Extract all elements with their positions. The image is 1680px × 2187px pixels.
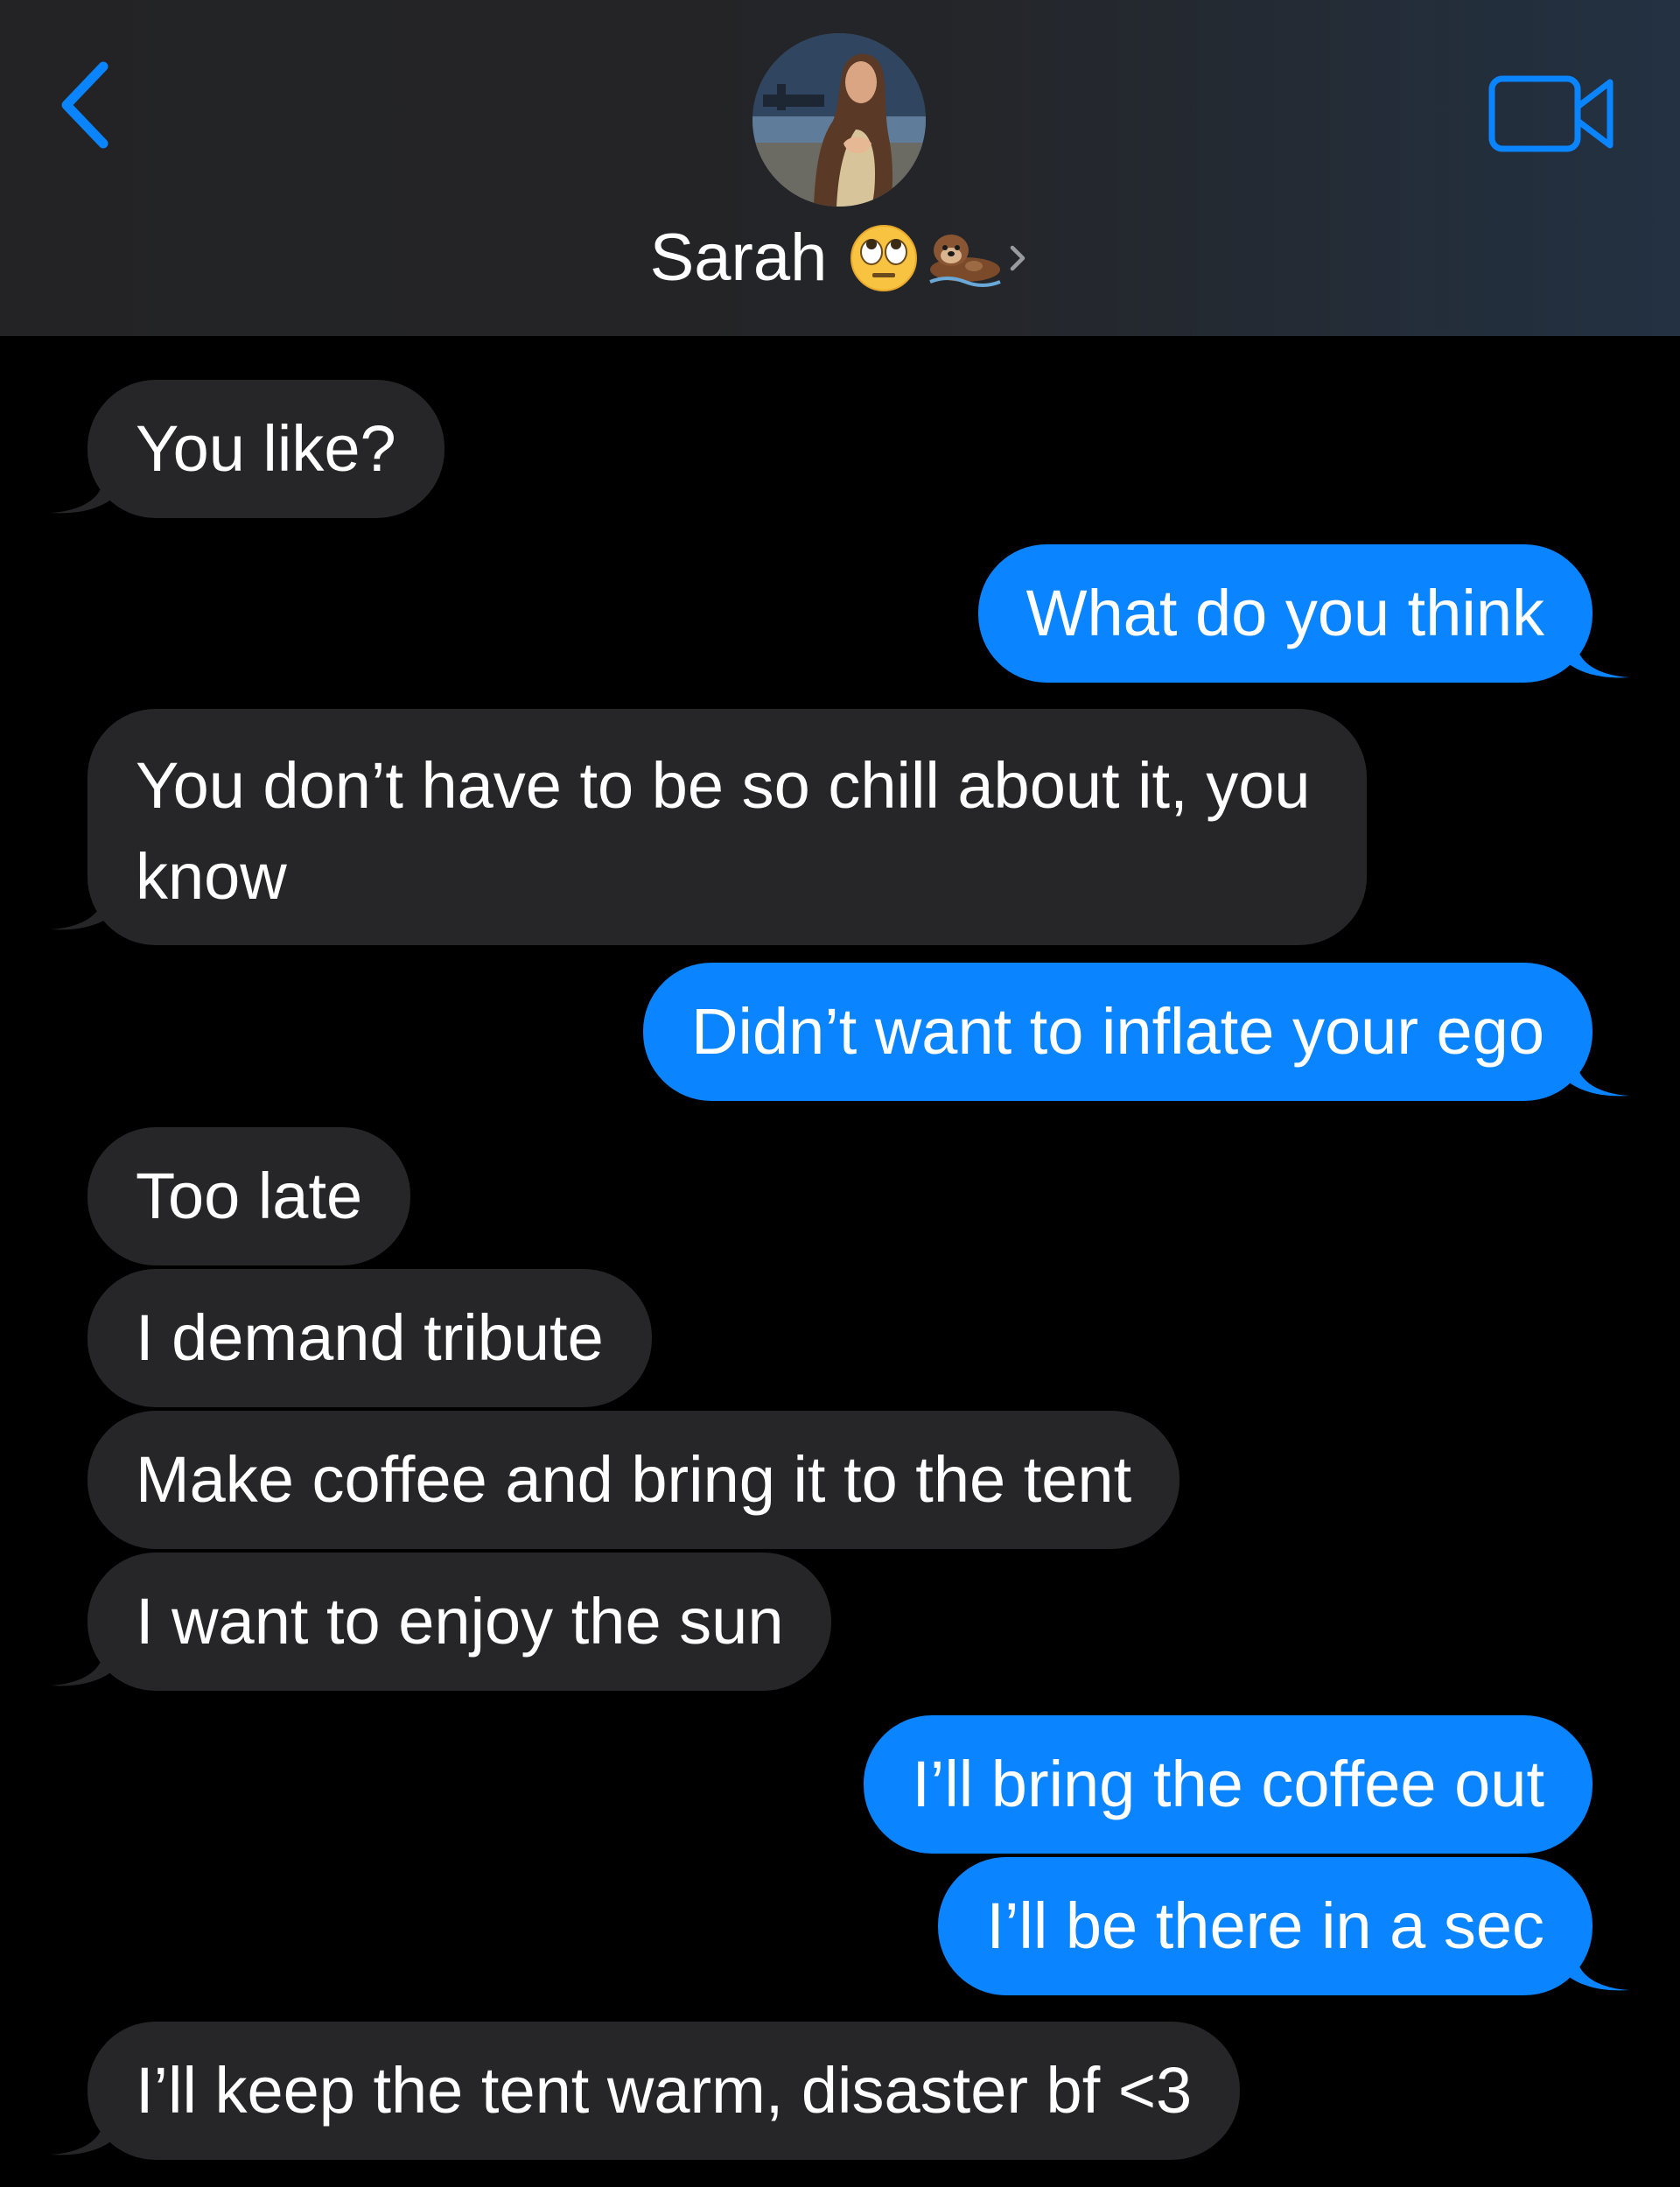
message-text: You don’t have to be so chill about it, … — [136, 749, 1311, 913]
message-bubble-sent[interactable]: What do you think — [977, 544, 1592, 683]
message-bubble-received[interactable]: Too late — [88, 1127, 411, 1265]
message-text: I’ll bring the coffee out — [912, 1748, 1544, 1820]
message-text: You like? — [136, 412, 396, 485]
message-text: Make coffee and bring it to the tent — [136, 1443, 1132, 1516]
message-text: What do you think — [1026, 577, 1544, 649]
video-call-button[interactable] — [1488, 74, 1617, 154]
message-bubble-sent[interactable]: I’ll be there in a sec — [938, 1857, 1592, 1995]
contact-name: Sarah — [649, 220, 828, 295]
message-bubble-received[interactable]: I demand tribute — [88, 1269, 652, 1407]
contact-avatar[interactable] — [752, 33, 926, 207]
bubble-tail — [1568, 1957, 1629, 1991]
contact-name-row[interactable]: Sarah — [0, 214, 1680, 298]
conversation-header: Sarah — [0, 0, 1680, 336]
chevron-right-icon — [1011, 245, 1026, 271]
back-button[interactable] — [52, 53, 122, 158]
message-bubble-received[interactable]: You don’t have to be so chill about it, … — [88, 709, 1367, 945]
bubble-tail — [51, 1652, 112, 1686]
face-with-rolling-eyes-icon — [850, 224, 918, 291]
message-text: I’ll be there in a sec — [986, 1889, 1544, 1962]
message-bubble-received[interactable]: I want to enjoy the sun — [88, 1553, 832, 1691]
message-bubble-sent[interactable]: Didn’t want to inflate your ego — [643, 963, 1592, 1101]
bubble-tail — [1568, 644, 1629, 678]
bubble-tail — [51, 2121, 112, 2155]
bubble-tail — [51, 896, 112, 930]
message-bubble-sent[interactable]: I’ll bring the coffee out — [864, 1715, 1592, 1854]
bubble-tail — [51, 480, 112, 514]
video-camera-icon — [1488, 75, 1614, 152]
otter-icon — [929, 234, 1002, 287]
message-text: I’ll keep the tent warm, disaster bf <3 — [136, 2054, 1193, 2127]
message-text: I demand tribute — [136, 1301, 604, 1374]
message-bubble-received[interactable]: I’ll keep the tent warm, disaster bf <3 — [88, 2022, 1241, 2160]
message-text: Too late — [136, 1160, 363, 1232]
chevron-left-icon — [61, 61, 108, 149]
message-bubble-received[interactable]: You like? — [88, 380, 444, 518]
message-text: I want to enjoy the sun — [136, 1585, 784, 1658]
bubble-tail — [1568, 1062, 1629, 1097]
message-text: Didn’t want to inflate your ego — [691, 995, 1544, 1068]
message-bubble-received[interactable]: Make coffee and bring it to the tent — [88, 1411, 1180, 1549]
